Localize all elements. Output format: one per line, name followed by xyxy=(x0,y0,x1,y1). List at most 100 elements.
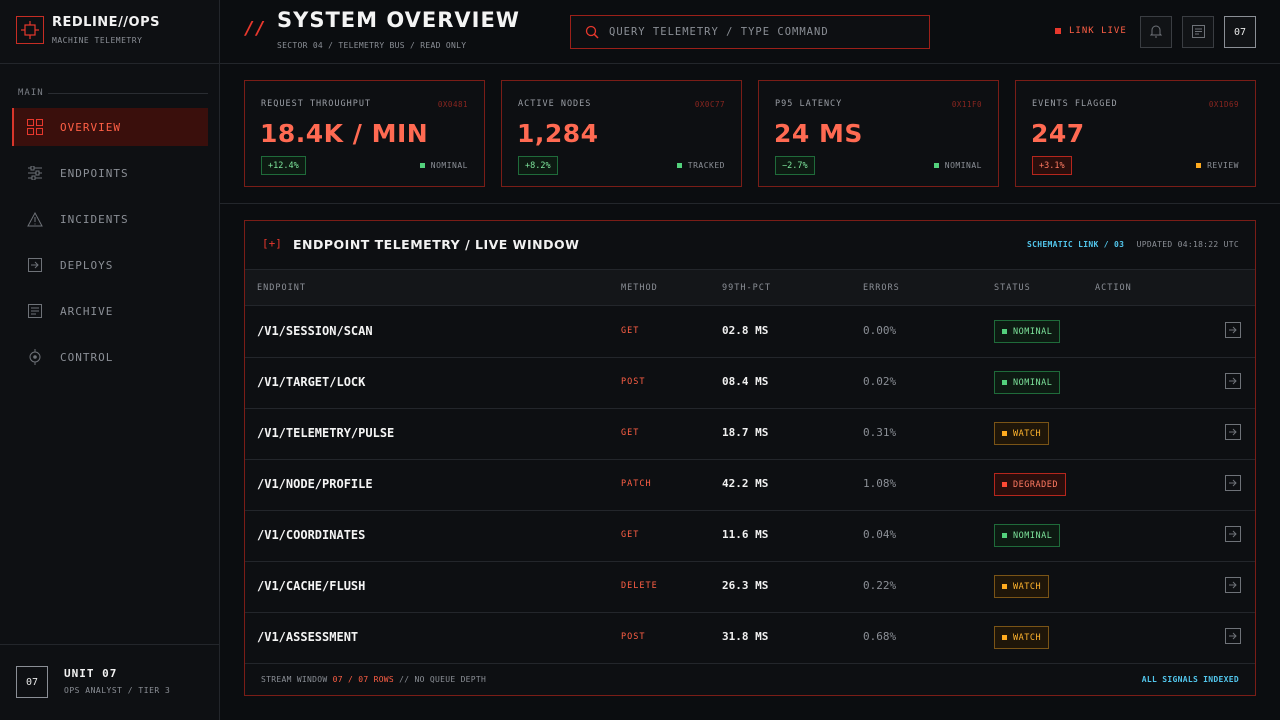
table-row[interactable]: /V1/TELEMETRY/PULSE GET 18.7 MS 0.31% WA… xyxy=(245,409,1255,460)
open-row-button[interactable] xyxy=(1225,373,1241,389)
header: // SYSTEM OVERVIEW SECTOR 04 / TELEMETRY… xyxy=(220,0,1280,64)
status-badge: NOMINAL xyxy=(994,371,1061,394)
sidebar: REDLINE//OPS MACHINE TELEMETRY MAIN OVER… xyxy=(0,0,220,720)
grid-icon xyxy=(27,119,43,135)
log-button[interactable] xyxy=(1182,16,1214,48)
latency-cell: 18.7 MS xyxy=(722,426,769,439)
open-row-button[interactable] xyxy=(1225,424,1241,440)
sidebar-item-incidents[interactable]: INCIDENTS xyxy=(12,200,208,238)
open-row-button[interactable] xyxy=(1225,526,1241,542)
errors-cell: 0.68% xyxy=(863,630,897,643)
errors-cell: 1.08% xyxy=(863,477,897,490)
deploy-icon xyxy=(27,257,43,273)
endpoint-cell: /V1/TARGET/LOCK xyxy=(257,375,366,389)
enter-arrow-icon xyxy=(1225,577,1241,593)
stat-status-label: REVIEW xyxy=(1207,161,1239,170)
column-header[interactable]: ERRORS xyxy=(863,283,900,293)
status-square-icon xyxy=(1002,482,1007,487)
nav-section-divider xyxy=(48,93,208,94)
open-row-button[interactable] xyxy=(1225,322,1241,338)
method-cell: DELETE xyxy=(621,581,658,591)
stat-code: 0X0481 xyxy=(437,100,468,109)
sidebar-divider xyxy=(0,63,220,64)
sidebar-item-deploys[interactable]: DEPLOYS xyxy=(12,246,208,284)
table-row[interactable]: /V1/NODE/PROFILE PATCH 42.2 MS 1.08% DEG… xyxy=(245,460,1255,511)
endpoint-cell: /V1/CACHE/FLUSH xyxy=(257,579,366,593)
stat-value: 24 MS xyxy=(774,119,863,148)
page-title: SYSTEM OVERVIEW xyxy=(277,8,520,32)
sidebar-item-endpoints[interactable]: ENDPOINTS xyxy=(12,154,208,192)
panel-tag: [+] xyxy=(262,237,282,250)
stat-delta: +12.4% xyxy=(261,156,306,175)
column-header[interactable]: 99TH-PCT xyxy=(722,283,771,293)
column-header[interactable]: METHOD xyxy=(621,283,658,293)
archive-icon xyxy=(27,303,43,319)
status-square-icon xyxy=(1002,584,1007,589)
enter-arrow-icon xyxy=(1225,322,1241,338)
sidebar-item-control[interactable]: CONTROL xyxy=(12,338,208,376)
stat-status-label: NOMINAL xyxy=(430,161,468,170)
title-slash: // xyxy=(244,18,266,39)
stat-value: 18.4K / MIN xyxy=(260,119,429,148)
signals-indexed-link[interactable]: ALL SIGNALS INDEXED xyxy=(1142,675,1239,684)
open-row-button[interactable] xyxy=(1225,577,1241,593)
table-row[interactable]: /V1/TARGET/LOCK POST 08.4 MS 0.02% NOMIN… xyxy=(245,358,1255,409)
errors-cell: 0.31% xyxy=(863,426,897,439)
endpoint-cell: /V1/NODE/PROFILE xyxy=(257,477,373,491)
enter-arrow-icon xyxy=(1225,526,1241,542)
search-input[interactable] xyxy=(609,26,909,38)
warning-icon xyxy=(27,211,43,227)
sidebar-item-label: INCIDENTS xyxy=(60,212,129,226)
stat-status: TRACKED xyxy=(676,161,725,170)
notifications-button[interactable] xyxy=(1140,16,1172,48)
latency-cell: 08.4 MS xyxy=(722,375,769,388)
status-badge: DEGRADED xyxy=(994,473,1066,496)
status-badge: WATCH xyxy=(994,422,1050,445)
sidebar-item-label: CONTROL xyxy=(60,350,114,364)
crosshair-chip-icon xyxy=(16,16,44,44)
column-header[interactable]: ENDPOINT xyxy=(257,283,306,293)
table-row[interactable]: /V1/ASSESSMENT POST 31.8 MS 0.68% WATCH xyxy=(245,613,1255,664)
column-header[interactable]: ACTION xyxy=(1095,283,1132,293)
schematic-link[interactable]: SCHEMATIC LINK / 03 xyxy=(1027,240,1124,249)
sidebar-item-label: OVERVIEW xyxy=(60,120,121,134)
avatar[interactable]: 07 xyxy=(16,666,48,698)
sidebar-item-label: ARCHIVE xyxy=(60,304,114,318)
status-square-icon xyxy=(419,163,425,168)
table-row[interactable]: /V1/CACHE/FLUSH DELETE 26.3 MS 0.22% WAT… xyxy=(245,562,1255,613)
stat-delta: −2.7% xyxy=(775,156,815,175)
status-square-icon xyxy=(1002,431,1007,436)
table-row[interactable]: /V1/COORDINATES GET 11.6 MS 0.04% NOMINA… xyxy=(245,511,1255,562)
endpoint-cell: /V1/SESSION/SCAN xyxy=(257,324,373,338)
latency-cell: 11.6 MS xyxy=(722,528,769,541)
target-icon xyxy=(27,349,43,365)
live-indicator-icon xyxy=(1055,28,1061,34)
link-status: LINK LIVE xyxy=(1055,26,1127,36)
footer-row-count: 07 / 07 ROWS xyxy=(332,675,395,684)
status-label: WATCH xyxy=(1013,632,1042,643)
panel-title: ENDPOINT TELEMETRY / LIVE WINDOW xyxy=(293,237,580,252)
sidebar-footer-divider xyxy=(0,644,220,645)
status-square-icon xyxy=(1002,380,1007,385)
sidebar-item-overview[interactable]: OVERVIEW xyxy=(12,108,208,146)
open-row-button[interactable] xyxy=(1225,475,1241,491)
method-cell: GET xyxy=(621,428,640,438)
open-row-button[interactable] xyxy=(1225,628,1241,644)
nav-section-label: MAIN xyxy=(18,88,44,98)
status-square-icon xyxy=(1002,635,1007,640)
stat-status-label: NOMINAL xyxy=(944,161,982,170)
method-cell: POST xyxy=(621,377,646,387)
user-button[interactable]: 07 xyxy=(1224,16,1256,48)
column-header[interactable]: STATUS xyxy=(994,283,1031,293)
search-icon xyxy=(585,25,599,39)
unit-role: OPS ANALYST / TIER 3 xyxy=(64,686,171,695)
stat-label: EVENTS FLAGGED xyxy=(1032,99,1118,109)
method-cell: POST xyxy=(621,632,646,642)
stat-delta: +3.1% xyxy=(1032,156,1072,175)
sidebar-item-archive[interactable]: ARCHIVE xyxy=(12,292,208,330)
sidebar-item-label: DEPLOYS xyxy=(60,258,114,272)
status-label: NOMINAL xyxy=(1013,326,1053,337)
table-row[interactable]: /V1/SESSION/SCAN GET 02.8 MS 0.00% NOMIN… xyxy=(245,307,1255,358)
endpoint-cell: /V1/TELEMETRY/PULSE xyxy=(257,426,395,440)
stat-status-label: TRACKED xyxy=(687,161,725,170)
